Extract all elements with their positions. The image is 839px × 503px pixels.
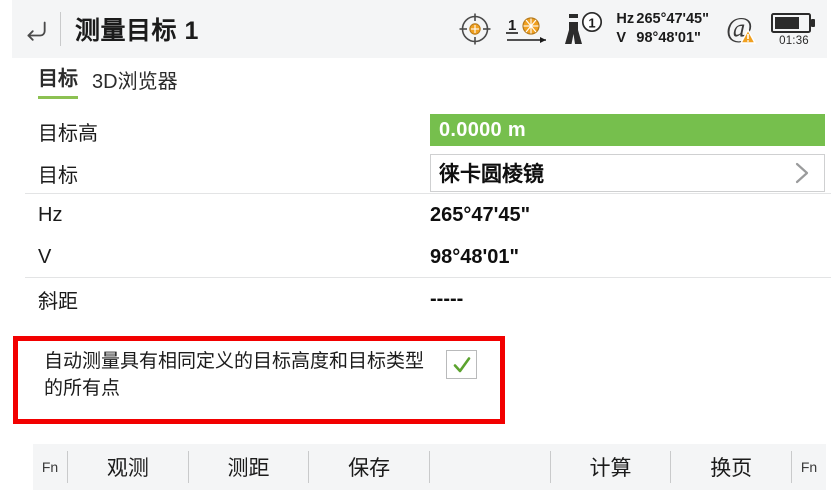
battery-time: 01:36 bbox=[779, 34, 809, 47]
toolbar-button-calculate[interactable]: 计算 bbox=[551, 444, 671, 490]
form-row-target-height: 目标高 0.0000 m bbox=[0, 110, 839, 152]
auto-measure-checkbox[interactable] bbox=[446, 350, 477, 379]
back-button[interactable] bbox=[12, 0, 60, 58]
label-slope-distance: 斜距 bbox=[38, 290, 78, 313]
app-header: 测量目标 1 1 1 Hz 265°47'45" V 98°48'01" @ 0… bbox=[12, 0, 827, 58]
form-row-v: V 98°48'01" bbox=[0, 236, 839, 278]
target-height-field[interactable]: 0.0000 m bbox=[430, 114, 825, 146]
label-target-type: 目标 bbox=[38, 164, 78, 187]
tab-target[interactable]: 目标 bbox=[38, 62, 78, 99]
v-value: 98°48'01" bbox=[636, 30, 701, 46]
toolbar-button-distance[interactable]: 测距 bbox=[189, 444, 309, 490]
fn-left-button[interactable]: Fn bbox=[33, 444, 67, 490]
label-hz: Hz bbox=[38, 203, 63, 226]
form-row-hz: Hz 265°47'45" bbox=[0, 194, 839, 236]
toolbar-button-observe[interactable]: 观测 bbox=[68, 444, 188, 490]
auto-measure-option-highlight: 自动测量具有相同定义的目标高度和目标类型的所有点 bbox=[13, 336, 505, 424]
v-label: V bbox=[616, 30, 627, 46]
toolbar-button-page[interactable]: 换页 bbox=[671, 444, 791, 490]
bottom-toolbar: Fn 观测 测距 保存 计算 换页 Fn bbox=[33, 444, 826, 490]
label-target-height: 目标高 bbox=[38, 122, 98, 145]
label-v: V bbox=[38, 245, 52, 268]
auto-measure-option[interactable]: 自动测量具有相同定义的目标高度和目标类型的所有点 bbox=[18, 341, 500, 419]
target-type-select[interactable]: 徕卡圆棱镜 bbox=[430, 154, 825, 192]
prism-icon[interactable]: 1 bbox=[502, 11, 552, 47]
hz-readout-row: Hz 265°47'45" bbox=[616, 10, 709, 29]
page-title: 测量目标 1 bbox=[75, 17, 199, 45]
hz-label: Hz bbox=[616, 10, 635, 27]
app-root: 测量目标 1 1 1 Hz 265°47'45" V 98°48'01" @ 0… bbox=[0, 0, 839, 503]
battery-indicator[interactable]: 01:36 bbox=[771, 12, 817, 47]
total-station-icon[interactable]: 1 bbox=[561, 10, 605, 48]
tab-bar: 目标 3D浏览器 bbox=[38, 62, 178, 99]
form-row-slope-distance: 斜距 ----- bbox=[0, 278, 839, 320]
auto-measure-label: 自动测量具有相同定义的目标高度和目标类型的所有点 bbox=[44, 351, 425, 399]
at-warning-icon[interactable]: @ bbox=[724, 10, 762, 48]
svg-text:1: 1 bbox=[508, 17, 516, 34]
crosshair-target-icon[interactable] bbox=[457, 11, 493, 47]
check-icon bbox=[453, 356, 470, 372]
svg-text:1: 1 bbox=[589, 16, 596, 31]
angle-readout: Hz 265°47'45" V 98°48'01" bbox=[616, 10, 709, 48]
header-divider bbox=[60, 12, 61, 46]
target-height-value: 0.0000 m bbox=[439, 118, 526, 141]
value-v: 98°48'01" bbox=[430, 245, 519, 268]
value-hz: 265°47'45" bbox=[430, 203, 531, 226]
back-arrow-icon bbox=[27, 21, 46, 41]
tab-3d-viewer[interactable]: 3D浏览器 bbox=[92, 65, 178, 99]
chevron-right-icon bbox=[795, 162, 809, 184]
hz-value: 265°47'45" bbox=[636, 10, 709, 27]
target-form: 目标高 0.0000 m 目标 徕卡圆棱镜 Hz 265°47'45" V 98… bbox=[0, 110, 839, 320]
fn-right-button[interactable]: Fn bbox=[792, 444, 826, 490]
v-readout-row: V 98°48'01" bbox=[616, 29, 709, 48]
toolbar-button-save[interactable]: 保存 bbox=[309, 444, 429, 490]
battery-icon bbox=[771, 12, 815, 33]
form-row-target-type: 目标 徕卡圆棱镜 bbox=[0, 152, 839, 194]
target-type-value: 徕卡圆棱镜 bbox=[439, 163, 544, 186]
toolbar-button-empty[interactable] bbox=[430, 444, 550, 490]
status-bar: 1 1 Hz 265°47'45" V 98°48'01" @ 01:36 bbox=[457, 0, 827, 58]
value-slope-distance: ----- bbox=[430, 287, 464, 310]
